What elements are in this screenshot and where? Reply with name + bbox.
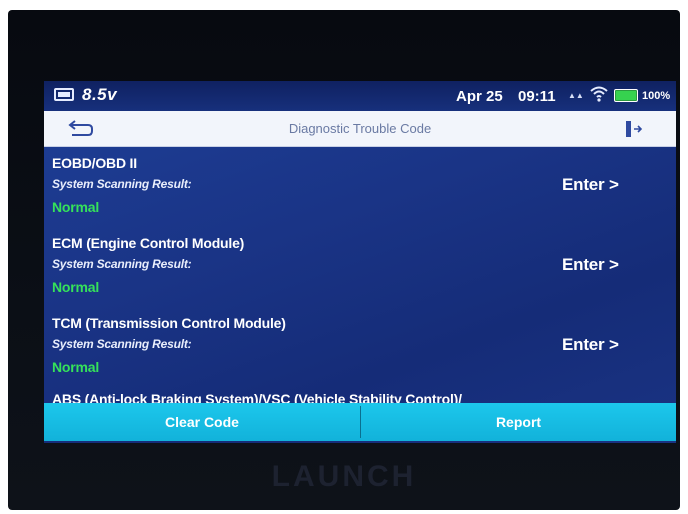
system-name: EOBD/OBD II: [52, 155, 137, 171]
title-bar: Diagnostic Trouble Code: [44, 111, 676, 147]
system-name: ECM (Engine Control Module): [52, 235, 245, 251]
status-date: Apr 25: [456, 88, 503, 105]
scan-result-label: System Scanning Result:: [52, 257, 192, 271]
battery-level-fill: [616, 91, 636, 100]
voltage-readout: 8.5v: [82, 85, 118, 104]
system-item-tcm: TCM (Transmission Control Module) System…: [44, 307, 676, 387]
scan-status: Normal: [52, 359, 100, 375]
enter-button[interactable]: Enter >: [562, 255, 619, 275]
signal-icon: ▲▲: [568, 91, 584, 100]
system-item-ecm: ECM (Engine Control Module) System Scann…: [44, 227, 676, 307]
exit-icon[interactable]: [622, 118, 644, 140]
battery-level-icon: [614, 89, 638, 102]
scan-status: Normal: [52, 199, 100, 215]
action-bar: Clear Code Report: [44, 403, 676, 441]
system-name: TCM (Transmission Control Module): [52, 315, 286, 331]
battery-percent: 100%: [642, 90, 671, 102]
enter-button[interactable]: Enter >: [562, 335, 619, 355]
scan-result-label: System Scanning Result:: [52, 177, 192, 191]
scan-result-label: System Scanning Result:: [52, 337, 192, 351]
scan-status: Normal: [52, 279, 100, 295]
page-title: Diagnostic Trouble Code: [288, 121, 432, 136]
battery-icon: [54, 88, 74, 101]
status-bar: 8.5v Apr 25 09:11 ▲▲ 100%: [44, 81, 676, 111]
brand-logo: LAUNCH: [271, 460, 417, 493]
report-button[interactable]: Report: [361, 403, 676, 441]
status-time: 09:11: [518, 88, 556, 105]
system-list: EOBD/OBD II System Scanning Result: Norm…: [44, 147, 676, 407]
wifi-icon: [590, 86, 608, 102]
device-screen: 8.5v Apr 25 09:11 ▲▲ 100% Diagnostic Tro…: [44, 81, 676, 443]
enter-button[interactable]: Enter >: [562, 175, 619, 195]
clear-code-button[interactable]: Clear Code: [44, 403, 360, 441]
system-item-eobd: EOBD/OBD II System Scanning Result: Norm…: [44, 147, 676, 227]
